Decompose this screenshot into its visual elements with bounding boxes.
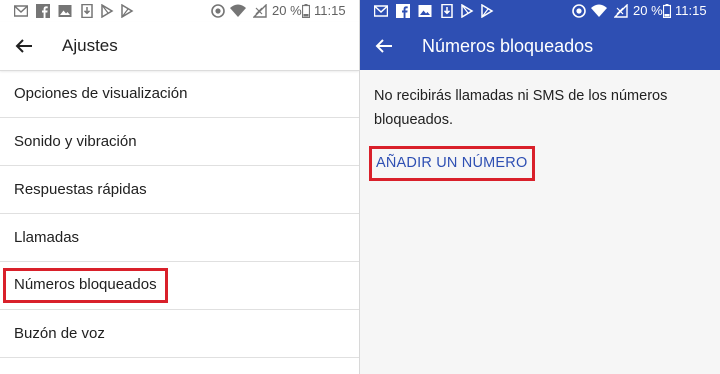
data-saver-icon	[211, 4, 225, 18]
facebook-icon	[36, 4, 50, 18]
download-icon	[81, 4, 93, 18]
battery-icon	[302, 4, 310, 18]
back-arrow-icon[interactable]	[374, 36, 394, 56]
wifi-icon	[230, 4, 246, 17]
battery-icon	[663, 4, 671, 18]
download-icon	[441, 4, 453, 18]
store-icon	[461, 4, 474, 18]
page-title: Números bloqueados	[422, 36, 594, 56]
gmail-icon	[14, 5, 28, 17]
play-store-icon	[121, 4, 134, 18]
no-signal-icon	[253, 4, 267, 18]
app-bar: Números bloqueados	[360, 22, 720, 70]
settings-list: Opciones de visualización Sonido y vibra…	[0, 70, 359, 358]
no-signal-icon	[614, 4, 628, 18]
settings-item-voicemail[interactable]: Buzón de voz	[0, 310, 359, 358]
settings-item-label: Números bloqueados	[3, 268, 168, 303]
settings-screen: 20 % 11:15 Ajustes Opciones de visualiza…	[0, 0, 359, 374]
gmail-icon	[374, 5, 388, 17]
wifi-icon	[591, 4, 607, 17]
settings-item-label: Opciones de visualización	[14, 85, 188, 102]
image-icon	[418, 5, 432, 17]
settings-item-calls[interactable]: Llamadas	[0, 214, 359, 262]
settings-item-label: Llamadas	[14, 229, 80, 246]
settings-item-quick-responses[interactable]: Respuestas rápidas	[0, 166, 359, 214]
blocked-numbers-screen: 20 % 11:15 Números bloqueados No recibir…	[360, 0, 720, 374]
data-saver-icon	[572, 4, 586, 18]
clock: 11:15	[314, 3, 346, 18]
battery-percent: 20 %	[633, 3, 663, 18]
settings-item-sound-vibration[interactable]: Sonido y vibración	[0, 118, 359, 166]
back-arrow-icon[interactable]	[14, 36, 34, 56]
settings-item-label: Respuestas rápidas	[14, 181, 147, 198]
play-store-icon	[481, 4, 494, 18]
clock: 11:15	[675, 3, 707, 18]
settings-item-label: Sonido y vibración	[14, 133, 137, 150]
facebook-icon	[396, 4, 410, 18]
add-number-button[interactable]: AÑADIR UN NÚMERO	[369, 146, 536, 181]
page-title: Ajustes	[62, 36, 118, 55]
blocked-info-message: No recibirás llamadas ni SMS de los núme…	[374, 88, 668, 128]
battery-percent: 20 %	[272, 3, 302, 18]
settings-item-label: Buzón de voz	[14, 325, 105, 342]
settings-item-display-options[interactable]: Opciones de visualización	[0, 70, 359, 118]
status-bar: 20 % 11:15	[0, 0, 359, 22]
store-icon	[101, 4, 114, 18]
settings-item-blocked-numbers[interactable]: Números bloqueados	[0, 262, 359, 310]
status-bar: 20 % 11:15	[360, 0, 720, 22]
image-icon	[58, 5, 72, 17]
app-bar: Ajustes	[0, 22, 359, 71]
